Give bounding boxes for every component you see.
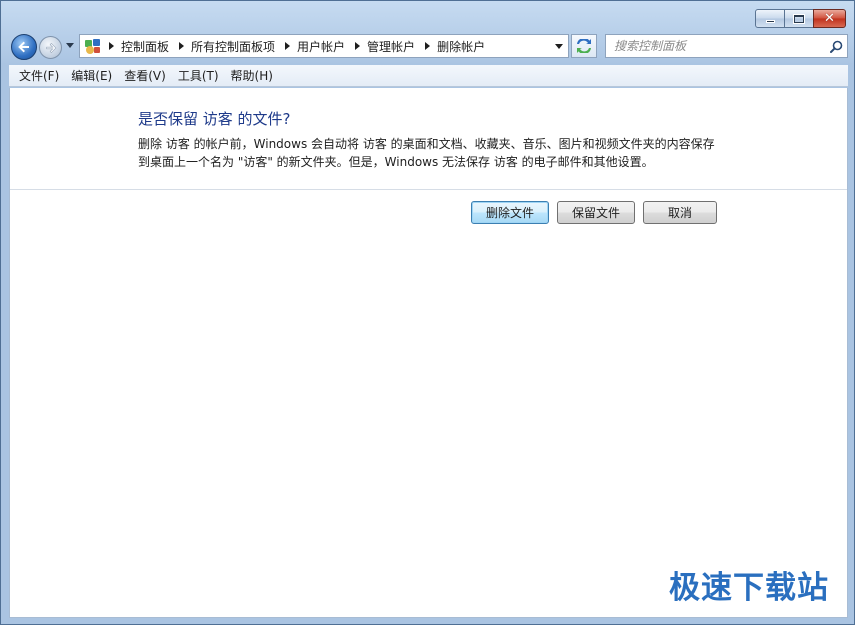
control-panel-icon — [82, 35, 104, 57]
chevron-down-icon — [555, 43, 563, 49]
menu-file[interactable]: 文件(F) — [13, 65, 65, 87]
divider — [10, 189, 847, 190]
chevron-right-icon — [178, 42, 184, 50]
chevron-right-icon — [284, 42, 290, 50]
content-pane: 是否保留 访客 的文件? 删除 访客 的帐户前，Windows 会自动将 访客 … — [9, 88, 848, 618]
minimize-icon — [765, 20, 775, 23]
arrow-right-icon — [45, 42, 56, 53]
breadcrumb-manage-accounts[interactable]: 管理帐户 — [364, 38, 420, 55]
breadcrumb-separator[interactable] — [174, 42, 188, 50]
breadcrumb-separator[interactable] — [280, 42, 294, 50]
forward-button[interactable] — [39, 36, 62, 59]
maximize-button[interactable] — [784, 9, 814, 28]
navigation-bar: 控制面板 所有控制面板项 用户帐户 管理帐户 删除帐户 — [9, 33, 848, 61]
minimize-button[interactable] — [755, 9, 785, 28]
menu-bar: 文件(F) 编辑(E) 查看(V) 工具(T) 帮助(H) — [9, 65, 848, 87]
cancel-button[interactable]: 取消 — [643, 201, 717, 224]
control-panel-window: ✕ 控制面板 所有控制面板项 用户帐户 管理帐户 删除帐户 搜索控制面板 文件(… — [0, 0, 855, 625]
description: 删除 访客 的帐户前，Windows 会自动将 访客 的桌面和文档、收藏夹、音乐… — [138, 135, 738, 171]
menu-view[interactable]: 查看(V) — [118, 65, 172, 87]
breadcrumb-separator[interactable] — [350, 42, 364, 50]
chevron-right-icon — [354, 42, 360, 50]
search-input[interactable] — [606, 36, 825, 56]
breadcrumb-separator[interactable] — [420, 42, 434, 50]
address-dropdown-button[interactable] — [550, 35, 568, 57]
description-line: 到桌面上一个名为 "访客" 的新文件夹。但是，Windows 无法保存 访客 的… — [138, 155, 654, 169]
menu-help[interactable]: 帮助(H) — [225, 65, 279, 87]
search-icon[interactable] — [825, 40, 847, 53]
close-icon: ✕ — [824, 11, 835, 26]
watermark: 极速下载站 — [669, 570, 829, 606]
menu-tools[interactable]: 工具(T) — [172, 65, 225, 87]
close-button[interactable]: ✕ — [813, 9, 846, 28]
address-bar[interactable]: 控制面板 所有控制面板项 用户帐户 管理帐户 删除帐户 — [79, 34, 569, 58]
page-title: 是否保留 访客 的文件? — [138, 110, 291, 128]
breadcrumb-all-items[interactable]: 所有控制面板项 — [188, 38, 280, 55]
chevron-right-icon — [108, 42, 114, 50]
chevron-right-icon — [424, 42, 430, 50]
refresh-button[interactable] — [571, 34, 597, 58]
action-buttons: 删除文件 保留文件 取消 — [471, 201, 725, 224]
back-button[interactable] — [11, 34, 37, 60]
arrow-left-icon — [18, 41, 29, 53]
breadcrumb-separator[interactable] — [104, 42, 118, 50]
chevron-down-icon — [66, 43, 74, 48]
breadcrumb-delete-account[interactable]: 删除帐户 — [434, 38, 490, 55]
menu-edit[interactable]: 编辑(E) — [65, 65, 118, 87]
breadcrumb-user-accounts[interactable]: 用户帐户 — [294, 38, 350, 55]
caption-buttons: ✕ — [755, 9, 846, 28]
keep-files-button[interactable]: 保留文件 — [557, 201, 635, 224]
recent-pages-button[interactable] — [65, 41, 75, 51]
breadcrumb-control-panel[interactable]: 控制面板 — [118, 38, 174, 55]
refresh-icon — [577, 39, 591, 53]
maximize-icon — [794, 14, 804, 23]
delete-files-button[interactable]: 删除文件 — [471, 201, 549, 224]
search-box[interactable] — [605, 34, 848, 58]
description-line: 删除 访客 的帐户前，Windows 会自动将 访客 的桌面和文档、收藏夹、音乐… — [138, 137, 715, 151]
